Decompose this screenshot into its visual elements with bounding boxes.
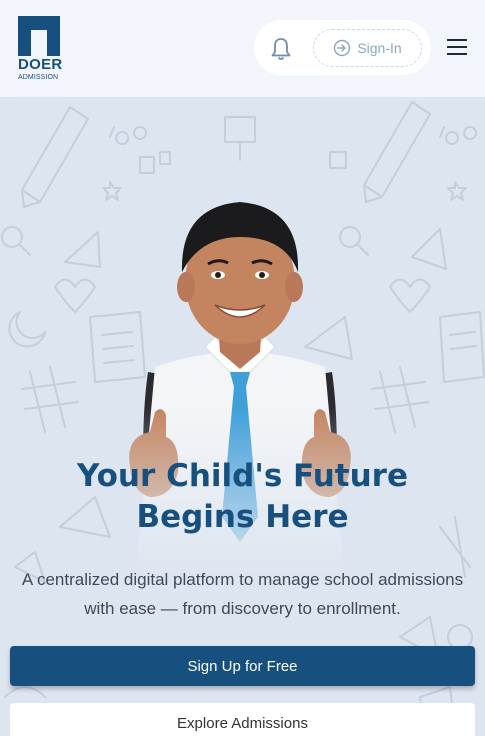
hero-title: Your Child's Future Begins Here — [77, 458, 408, 535]
hero-section: Your Child's Future Begins Here A centra… — [0, 97, 485, 736]
top-header: DOER ADMISSION Sign-In — [0, 0, 485, 97]
logo-tagline: ADMISSION — [18, 74, 59, 81]
bell-icon[interactable] — [268, 36, 294, 62]
sign-in-button[interactable]: Sign-In — [313, 29, 422, 67]
signin-arrow-icon — [334, 39, 351, 57]
sign-up-button[interactable]: Sign Up for Free — [10, 646, 475, 686]
logo-mark — [18, 16, 60, 56]
sign-in-label: Sign-In — [357, 40, 402, 56]
logo-name: DOER — [18, 56, 63, 73]
brand-logo[interactable]: DOER ADMISSION — [18, 16, 62, 82]
hamburger-menu-icon[interactable] — [446, 37, 468, 57]
hero-subtitle: A centralized digital platform to manage… — [21, 570, 464, 618]
explore-admissions-button[interactable]: Explore Admissions — [10, 703, 475, 736]
